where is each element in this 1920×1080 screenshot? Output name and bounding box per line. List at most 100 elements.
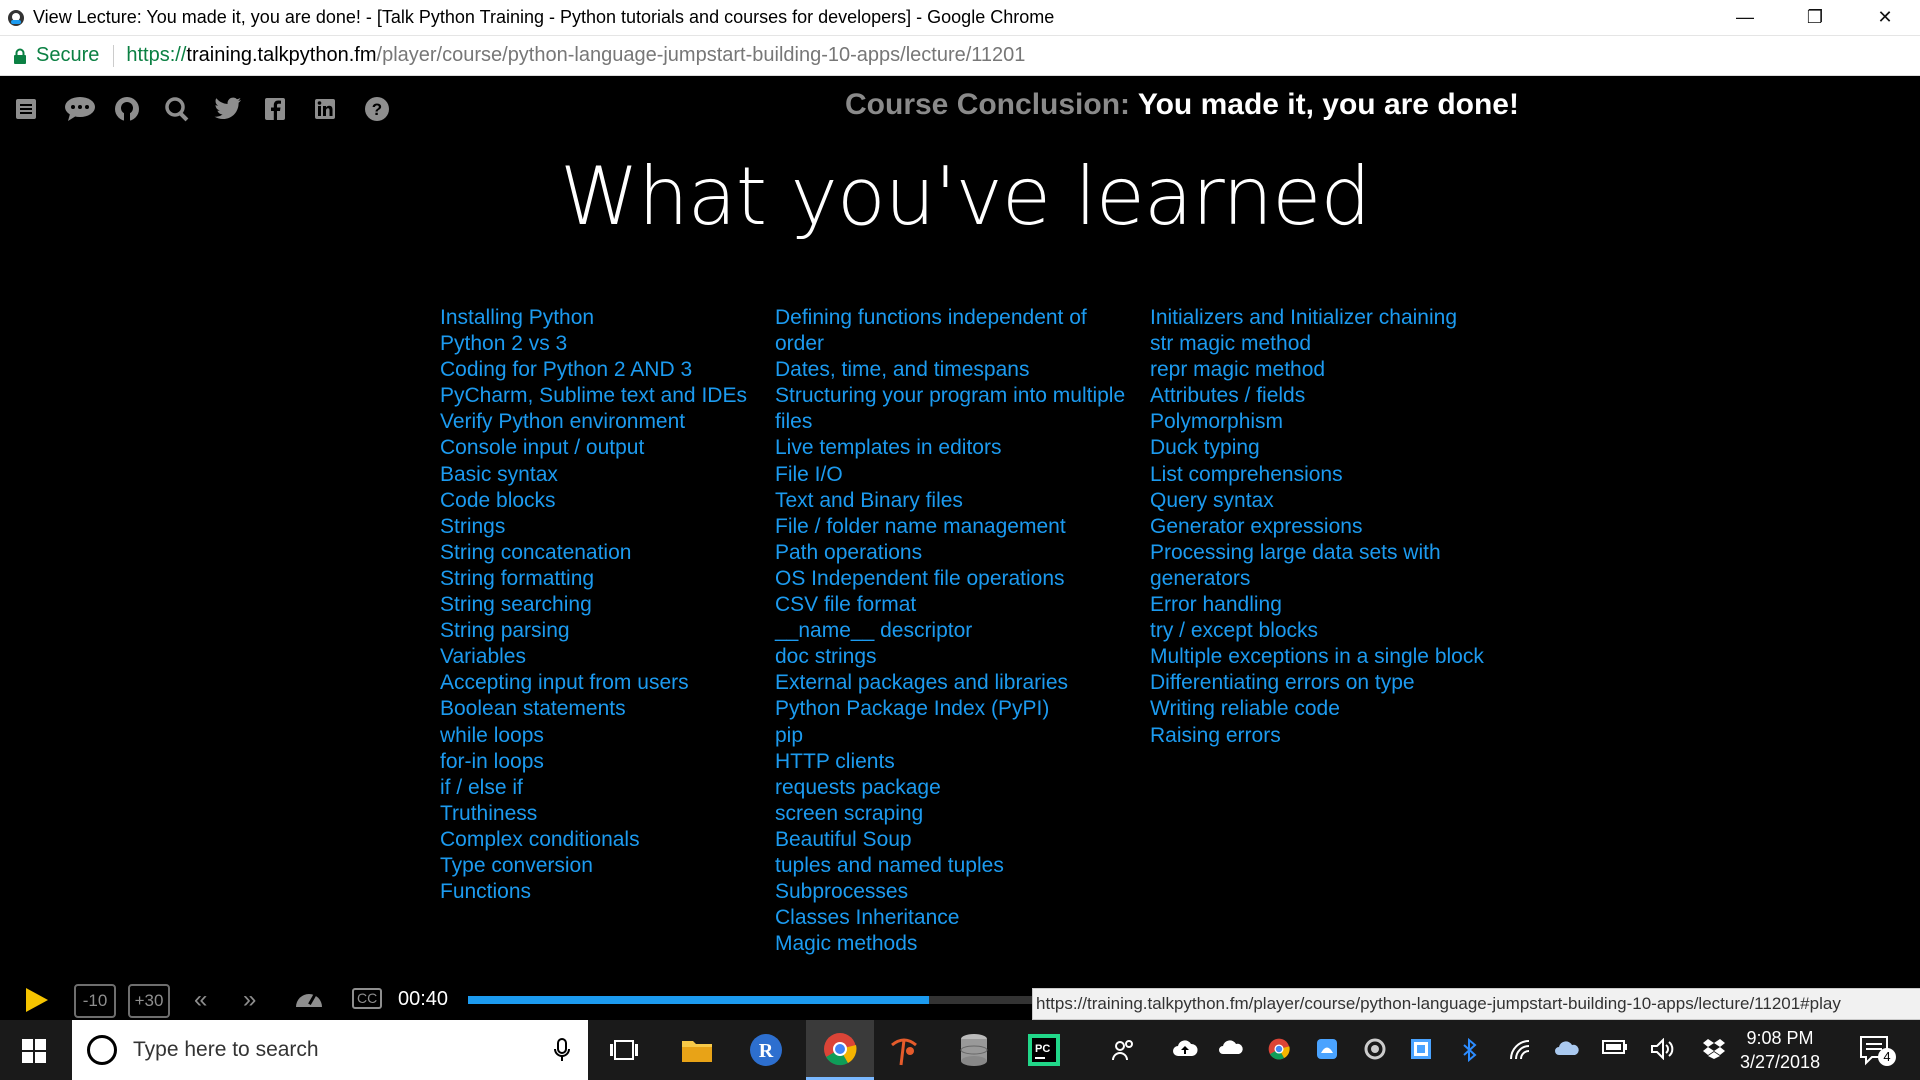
- url-text[interactable]: https://training.talkpython.fm/player/co…: [126, 44, 1025, 67]
- url-protocol: https://: [126, 44, 187, 66]
- topic-item: Multiple exceptions in a single block: [1150, 645, 1484, 669]
- topic-item: Writing reliable code: [1150, 697, 1340, 721]
- onedrive-icon[interactable]: [1218, 1038, 1244, 1062]
- topic-item: Verify Python environment: [440, 410, 686, 434]
- topic-item: tuples and named tuples: [775, 853, 1004, 877]
- chat-icon[interactable]: [64, 94, 114, 124]
- speed-gauge-icon[interactable]: [294, 986, 324, 1015]
- topic-item: File I/O: [775, 462, 843, 486]
- cloud-sync-icon[interactable]: [1554, 1038, 1580, 1064]
- taskbar-clock[interactable]: 9:08 PM 3/27/2018: [1740, 1026, 1820, 1074]
- file-explorer-icon[interactable]: [667, 1020, 727, 1080]
- lecture-header: Course Conclusion: You made it, you are …: [845, 88, 1519, 122]
- topic-item: Accepting input from users: [440, 671, 689, 695]
- topic-item: Structuring your program into multiple: [775, 384, 1126, 408]
- topic-item: Truthiness: [440, 801, 538, 825]
- topic-item: String formatting: [440, 566, 595, 590]
- topic-item: Code blocks: [440, 488, 556, 512]
- topic-item: External packages and libraries: [775, 671, 1068, 695]
- topic-item: PyCharm, Sublime text and IDEs: [440, 384, 747, 408]
- r-app-icon[interactable]: R: [736, 1020, 796, 1080]
- fast-forward-button[interactable]: »: [243, 986, 256, 1014]
- play-button[interactable]: [26, 988, 48, 1012]
- close-button[interactable]: ✕: [1850, 0, 1920, 35]
- topic-item: List comprehensions: [1150, 462, 1343, 486]
- svg-text:PC: PC: [1035, 1043, 1050, 1055]
- topic-item: files: [775, 410, 813, 434]
- action-center-icon[interactable]: 4: [1858, 1034, 1896, 1073]
- topic-item: Classes Inheritance: [775, 906, 960, 930]
- topic-item: Strings: [440, 514, 506, 538]
- windows-taskbar: Type here to search R PC 9:08 PM 3/27/20…: [0, 1020, 1920, 1080]
- pycharm-icon[interactable]: PC: [1014, 1020, 1074, 1080]
- topic-item: Python 2 vs 3: [440, 332, 568, 356]
- topic-item: Error handling: [1150, 593, 1282, 617]
- topic-item: Boolean statements: [440, 697, 626, 721]
- topic-item: String searching: [440, 593, 592, 617]
- topic-item: Attributes / fields: [1150, 384, 1306, 408]
- topic-item: Duck typing: [1150, 436, 1260, 460]
- topic-item: Live templates in editors: [775, 436, 1002, 460]
- topics-column-2: Defining functions independent of order Da…: [775, 305, 1125, 957]
- cloud-upload-icon[interactable]: [1172, 1038, 1198, 1064]
- topic-item: Generator expressions: [1150, 514, 1363, 538]
- chrome-tray-icon[interactable]: [1268, 1038, 1290, 1066]
- people-icon[interactable]: [1112, 1038, 1136, 1068]
- linkedin-icon[interactable]: [314, 94, 364, 124]
- topic-item: Magic methods: [775, 932, 918, 956]
- taskbar-search-box[interactable]: Type here to search: [72, 1020, 588, 1080]
- topic-item: Text and Binary files: [775, 488, 963, 512]
- rewind-button[interactable]: «: [194, 986, 207, 1014]
- database-icon[interactable]: [944, 1020, 1004, 1080]
- restore-button[interactable]: ❐: [1780, 0, 1850, 35]
- minimize-button[interactable]: —: [1710, 0, 1780, 35]
- volume-icon[interactable]: [1650, 1037, 1674, 1066]
- dropbox-icon[interactable]: [1702, 1038, 1726, 1066]
- current-time: 00:40: [398, 988, 449, 1010]
- topic-item: str magic method: [1150, 332, 1312, 356]
- window-title: View Lecture: You made it, you are done!…: [33, 7, 1055, 27]
- cc-button[interactable]: CC: [352, 988, 383, 1009]
- chrome-icon[interactable]: [806, 1020, 874, 1080]
- search-icon[interactable]: [164, 94, 214, 124]
- task-view-icon[interactable]: [594, 1020, 654, 1080]
- cherrytree-icon[interactable]: [874, 1020, 934, 1080]
- section-label: Course Conclusion:: [845, 88, 1131, 121]
- network-app-tray-icon[interactable]: [1410, 1038, 1432, 1066]
- url-host: training.talkpython.fm: [186, 44, 377, 66]
- topics-column-3: Initializers and Initializer chaining str…: [1150, 305, 1484, 749]
- topic-item: Beautiful Soup: [775, 827, 912, 851]
- topic-item: Basic syntax: [440, 462, 558, 486]
- topic-item: Subprocesses: [775, 880, 909, 904]
- progress-fill: [468, 996, 929, 1004]
- wifi-icon[interactable]: [1508, 1038, 1532, 1066]
- topic-item: requests package: [775, 775, 941, 799]
- skip-back-button[interactable]: -10: [74, 984, 116, 1018]
- windows-start-icon[interactable]: [22, 1039, 46, 1068]
- address-bar[interactable]: Secure https://training.talkpython.fm/pl…: [0, 36, 1920, 76]
- github-icon[interactable]: [114, 94, 164, 124]
- battery-icon[interactable]: [1602, 1038, 1628, 1061]
- lecture-title: You made it, you are done!: [1137, 88, 1519, 121]
- bluetooth-icon[interactable]: [1462, 1037, 1478, 1068]
- clock-time: 9:08 PM: [1746, 1028, 1814, 1048]
- topic-item: Differentiating errors on type: [1150, 671, 1415, 695]
- topic-item: __name__ descriptor: [775, 619, 973, 643]
- lectures-list-icon[interactable]: [14, 94, 64, 124]
- topic-item: CSV file format: [775, 593, 917, 617]
- talkpython-favicon-icon: [8, 9, 24, 26]
- secure-label[interactable]: Secure: [36, 44, 99, 67]
- topic-item: Installing Python: [440, 306, 595, 329]
- player-toolbar: ?: [14, 94, 414, 124]
- twitter-icon[interactable]: [214, 94, 264, 124]
- svg-text:R: R: [759, 1040, 774, 1062]
- topic-item: Path operations: [775, 540, 923, 564]
- sync-tray-icon[interactable]: [1364, 1038, 1386, 1066]
- skip-forward-button[interactable]: +30: [128, 984, 170, 1018]
- microphone-icon[interactable]: [554, 1038, 570, 1062]
- app-tray-icon[interactable]: [1316, 1038, 1338, 1066]
- topic-item: Query syntax: [1150, 488, 1274, 512]
- topic-item: String parsing: [440, 619, 570, 643]
- help-icon[interactable]: ?: [364, 94, 414, 124]
- facebook-icon[interactable]: [264, 94, 314, 124]
